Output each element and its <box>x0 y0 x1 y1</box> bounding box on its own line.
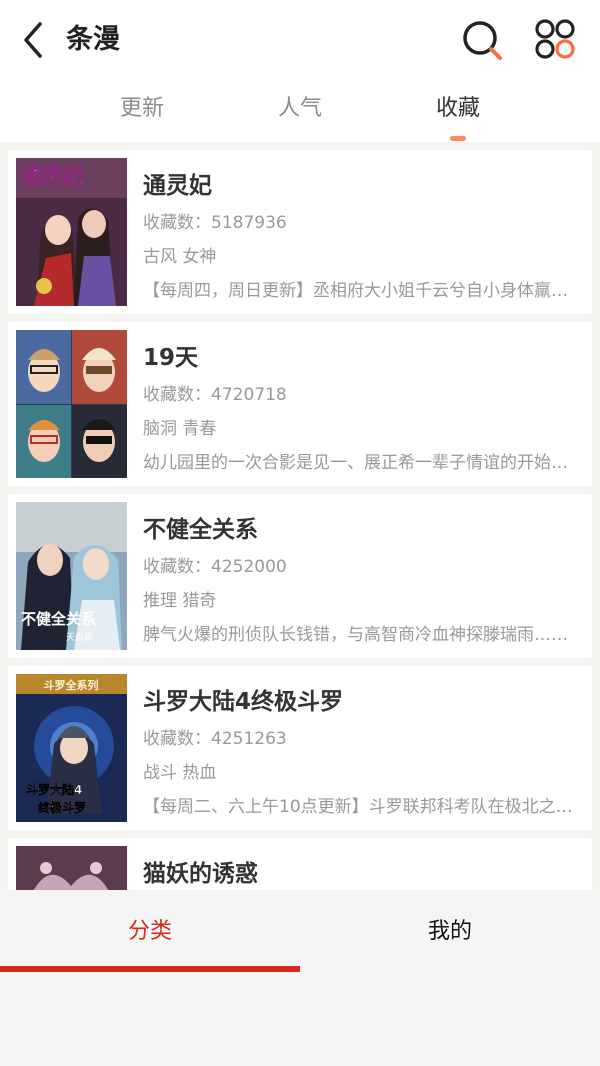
cover-title-text: 通灵妃 <box>21 164 84 188</box>
comic-card[interactable]: 斗罗全系列 斗罗大陆4 终极斗罗 斗罗大陆4终极斗罗 收藏数：4251263 战… <box>8 666 592 830</box>
tab-label: 人气 <box>277 96 322 121</box>
comic-favorites: 收藏数：4251263 <box>143 729 287 749</box>
grid-menu-button[interactable] <box>534 18 578 62</box>
tab-indicator <box>450 136 466 141</box>
nav-label: 分类 <box>127 919 172 944</box>
tab-favorites[interactable]: 收藏 <box>378 80 538 142</box>
chevron-left-icon <box>24 22 42 58</box>
app-header: 条漫 <box>0 0 600 80</box>
comic-card[interactable]: 通灵妃 通灵妃 收藏数：5187936 古风 女神 【每周四，周日更新】丞相府大… <box>8 150 592 314</box>
comic-title: 19天 <box>143 345 199 371</box>
tab-popular[interactable]: 人气 <box>220 80 380 142</box>
comic-title: 斗罗大陆4终极斗罗 <box>143 689 344 715</box>
cover-title-text: 斗罗大陆4 <box>26 782 82 797</box>
nav-category[interactable]: 分类 <box>0 890 300 974</box>
back-button[interactable] <box>18 20 50 60</box>
comic-tags: 古风 女神 <box>143 247 217 267</box>
comic-cover: 不健全关系 天启篇 <box>16 502 127 650</box>
comic-tags: 战斗 热血 <box>143 763 217 783</box>
comic-description: 幼儿园里的一次合影是见一、展正希一辈子情谊的开始…… <box>143 453 577 473</box>
nav-active-indicator <box>0 966 300 972</box>
tab-update[interactable]: 更新 <box>62 80 222 142</box>
comic-description: 【每周四，周日更新】丞相府大小姐千云兮自小身体羸弱…… <box>143 281 577 301</box>
comic-title: 猫妖的诱惑 <box>143 861 258 887</box>
tab-label: 更新 <box>119 96 164 121</box>
comic-description: 脾气火爆的刑侦队长钱错，与高智商冷血神探滕瑞雨…… <box>143 625 568 645</box>
cover-title-text: 不健全关系 <box>21 610 96 628</box>
cover-subtitle-text: 天启篇 <box>66 631 93 643</box>
nav-mine[interactable]: 我的 <box>300 890 600 974</box>
comic-cover <box>16 846 127 890</box>
tab-bar: 更新 人气 收藏 <box>0 80 600 142</box>
comic-tags: 脑洞 青春 <box>143 419 217 439</box>
tab-label: 收藏 <box>435 96 480 121</box>
comic-cover: 通灵妃 <box>16 158 127 306</box>
comic-favorites: 收藏数：4252000 <box>143 557 287 577</box>
search-icon <box>463 21 502 60</box>
comic-card[interactable]: 猫妖的诱惑 <box>8 838 592 890</box>
comic-favorites: 收藏数：4720718 <box>143 385 287 405</box>
comic-card[interactable]: 19天 收藏数：4720718 脑洞 青春 幼儿园里的一次合影是见一、展正希一辈… <box>8 322 592 486</box>
page-title: 条漫 <box>66 24 120 55</box>
comic-cover <box>16 330 127 478</box>
comic-description: 【每周二、六上午10点更新】斗罗联邦科考队在极北之地…… <box>143 797 577 817</box>
comic-cover: 斗罗全系列 斗罗大陆4 终极斗罗 <box>16 674 127 822</box>
comic-title: 通灵妃 <box>143 173 212 199</box>
comic-list[interactable]: 通灵妃 通灵妃 收藏数：5187936 古风 女神 【每周四，周日更新】丞相府大… <box>0 142 600 890</box>
comic-title: 不健全关系 <box>143 517 258 543</box>
cover-top-text: 斗罗全系列 <box>44 678 99 692</box>
comic-card[interactable]: 不健全关系 天启篇 不健全关系 收藏数：4252000 推理 猎奇 脾气火爆的刑… <box>8 494 592 658</box>
comic-tags: 推理 猎奇 <box>143 591 217 611</box>
cover-subtitle-text: 终极斗罗 <box>38 800 86 815</box>
nav-label: 我的 <box>427 919 472 944</box>
bottom-navigation: 分类 我的 <box>0 890 600 1066</box>
grid-icon <box>535 19 575 59</box>
comic-favorites: 收藏数：5187936 <box>143 213 287 233</box>
search-button[interactable] <box>460 18 504 62</box>
